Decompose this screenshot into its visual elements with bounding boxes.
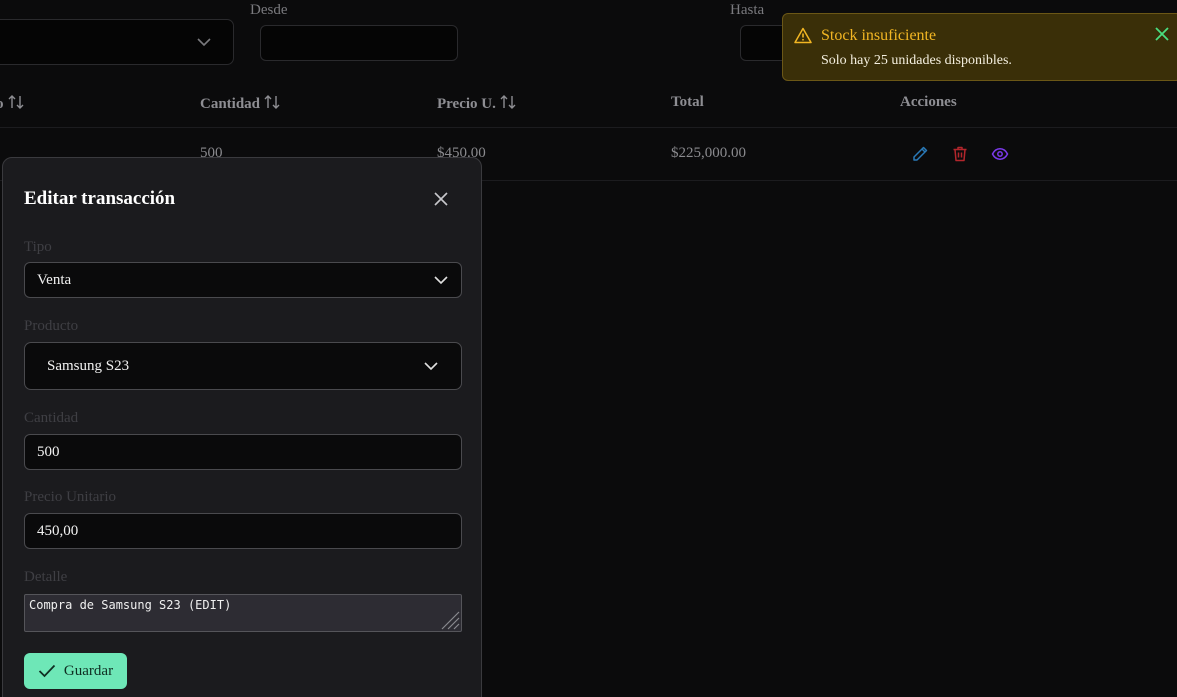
- detalle-textarea[interactable]: Compra de Samsung S23 (EDIT): [24, 594, 462, 632]
- cantidad-input[interactable]: 500: [24, 434, 462, 470]
- header-total: Total: [671, 94, 704, 110]
- sort-icon: [500, 95, 516, 109]
- hasta-label: Hasta: [730, 2, 765, 18]
- desde-label: Desde: [250, 2, 288, 18]
- header-divider: [0, 127, 1177, 128]
- header-partial-label: o: [0, 96, 4, 112]
- stock-warning-toast: Stock insuficiente Solo hay 25 unidades …: [782, 13, 1177, 81]
- chevron-down-icon: [434, 276, 448, 285]
- header-cantidad-label: Cantidad: [200, 96, 261, 112]
- header-acciones: Acciones: [900, 94, 957, 110]
- type-filter-select[interactable]: [0, 19, 234, 65]
- toast-title: Stock insuficiente: [821, 27, 937, 44]
- chevron-down-icon: [424, 362, 438, 371]
- producto-select[interactable]: Samsung S23: [24, 342, 462, 390]
- close-icon[interactable]: [1154, 26, 1170, 42]
- edit-transaction-modal: Editar transacción Tipo Venta Producto S…: [2, 157, 482, 697]
- pencil-icon[interactable]: [911, 145, 929, 163]
- detalle-label: Detalle: [24, 569, 68, 585]
- producto-value: Samsung S23: [47, 357, 130, 374]
- resize-grip-icon[interactable]: [438, 608, 460, 630]
- producto-label: Producto: [24, 318, 79, 334]
- tipo-label: Tipo: [24, 239, 52, 255]
- header-partial-column[interactable]: o: [0, 94, 24, 113]
- check-icon: [38, 664, 56, 678]
- header-cantidad[interactable]: Cantidad: [200, 94, 280, 113]
- warning-icon: [794, 27, 812, 44]
- precio-unitario-value: 450,00: [37, 522, 79, 539]
- toast-message: Solo hay 25 unidades disponibles.: [821, 53, 1012, 68]
- sort-icon: [8, 95, 23, 109]
- modal-title: Editar transacción: [24, 188, 176, 209]
- chevron-down-icon: [197, 38, 211, 47]
- header-precio-label: Precio U.: [437, 96, 496, 112]
- sort-icon: [264, 95, 280, 109]
- precio-unitario-label: Precio Unitario: [24, 489, 117, 505]
- desde-date-input[interactable]: [260, 25, 458, 61]
- save-button-label: Guardar: [63, 662, 114, 679]
- tipo-value: Venta: [37, 271, 72, 288]
- save-button[interactable]: Guardar: [24, 653, 127, 689]
- precio-unitario-input[interactable]: 450,00: [24, 513, 462, 549]
- cell-total: $225,000.00: [671, 145, 746, 161]
- tipo-select[interactable]: Venta: [24, 262, 462, 298]
- eye-icon[interactable]: [991, 145, 1009, 163]
- detalle-value: Compra de Samsung S23 (EDIT): [29, 598, 232, 612]
- close-icon[interactable]: [431, 189, 451, 209]
- header-precio[interactable]: Precio U.: [437, 94, 516, 113]
- cantidad-value: 500: [37, 443, 60, 460]
- trash-icon[interactable]: [951, 145, 969, 163]
- cantidad-label: Cantidad: [24, 410, 79, 426]
